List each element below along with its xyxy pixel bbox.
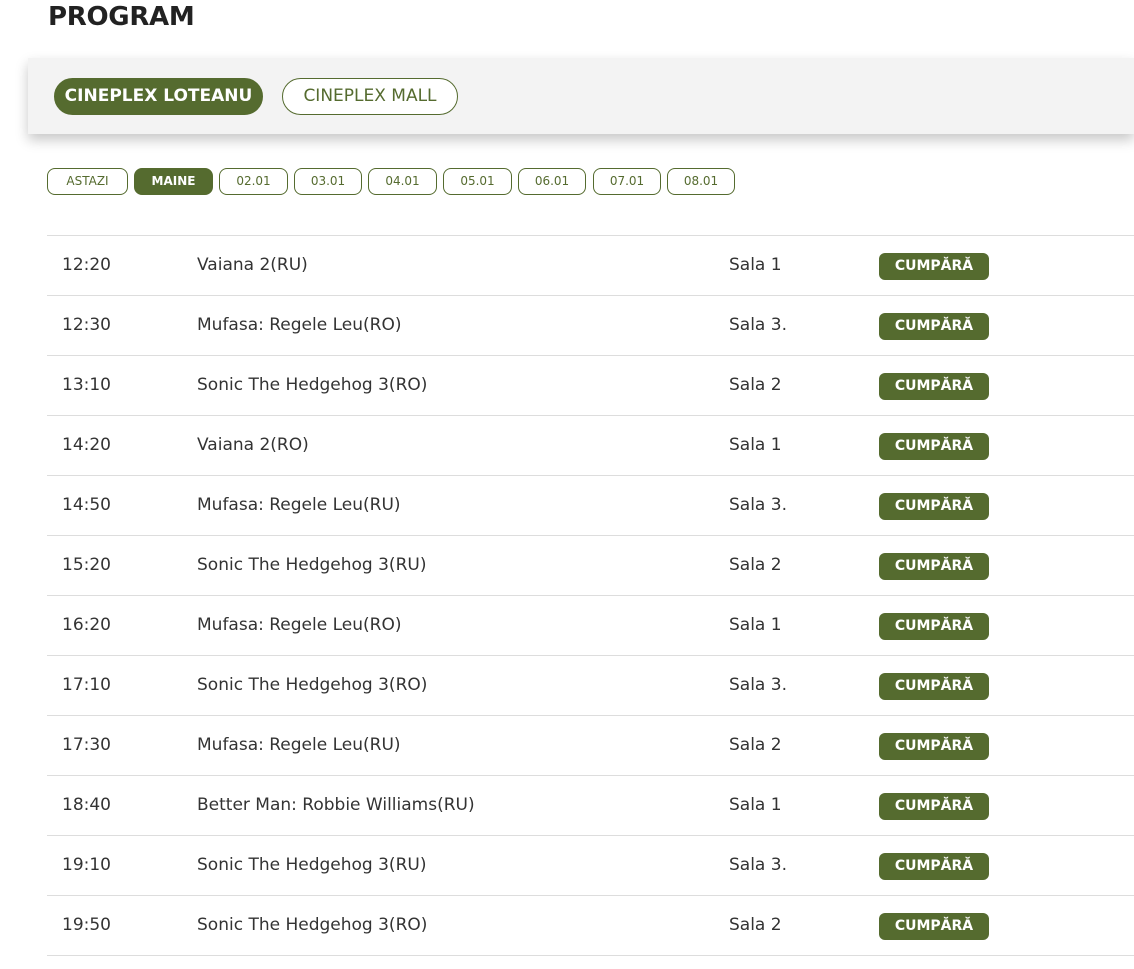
hall-name: Sala 2	[729, 555, 782, 575]
film-title: Mufasa: Regele Leu(RU)	[197, 735, 401, 755]
film-title: Sonic The Hedgehog 3(RO)	[197, 375, 428, 395]
buy-button[interactable]: CUMPĂRĂ	[879, 553, 989, 580]
program-page: PROGRAM CINEPLEX LOTEANU CINEPLEX MALL A…	[0, 0, 1134, 969]
date-tab-astazi[interactable]: ASTAZI	[47, 168, 128, 195]
buy-button[interactable]: CUMPĂRĂ	[879, 433, 989, 460]
buy-button[interactable]: CUMPĂRĂ	[879, 253, 989, 280]
date-tab-06-01[interactable]: 06.01	[518, 168, 586, 195]
hall-name: Sala 1	[729, 795, 782, 815]
showtime-row: 12:20 Vaiana 2(RU) Sala 1 CUMPĂRĂ	[47, 236, 1134, 296]
hall-name: Sala 3.	[729, 315, 787, 335]
showtime-row: 14:20 Vaiana 2(RO) Sala 1 CUMPĂRĂ	[47, 416, 1134, 476]
buy-button[interactable]: CUMPĂRĂ	[879, 853, 989, 880]
page-title: PROGRAM	[48, 2, 195, 32]
showtime-time: 15:20	[62, 555, 111, 575]
hall-name: Sala 1	[729, 435, 782, 455]
showtime-time: 14:50	[62, 495, 111, 515]
showtime-time: 13:10	[62, 375, 111, 395]
showtime-time: 16:20	[62, 615, 111, 635]
showtime-time: 18:40	[62, 795, 111, 815]
film-title: Mufasa: Regele Leu(RO)	[197, 315, 402, 335]
date-tab-02-01[interactable]: 02.01	[219, 168, 288, 195]
film-title: Better Man: Robbie Williams(RU)	[197, 795, 475, 815]
film-title: Sonic The Hedgehog 3(RO)	[197, 675, 428, 695]
buy-button[interactable]: CUMPĂRĂ	[879, 733, 989, 760]
date-tab-07-01[interactable]: 07.01	[593, 168, 661, 195]
showtime-row: 14:50 Mufasa: Regele Leu(RU) Sala 3. CUM…	[47, 476, 1134, 536]
hall-name: Sala 3.	[729, 855, 787, 875]
hall-name: Sala 2	[729, 915, 782, 935]
buy-button[interactable]: CUMPĂRĂ	[879, 313, 989, 340]
showtime-row: 13:10 Sonic The Hedgehog 3(RO) Sala 2 CU…	[47, 356, 1134, 416]
hall-name: Sala 1	[729, 255, 782, 275]
cinema-button-loteanu[interactable]: CINEPLEX LOTEANU	[54, 78, 263, 115]
buy-button[interactable]: CUMPĂRĂ	[879, 913, 989, 940]
film-title: Sonic The Hedgehog 3(RO)	[197, 915, 428, 935]
date-tab-08-01[interactable]: 08.01	[667, 168, 735, 195]
showtime-row: 15:20 Sonic The Hedgehog 3(RU) Sala 2 CU…	[47, 536, 1134, 596]
film-title: Mufasa: Regele Leu(RU)	[197, 495, 401, 515]
showtime-time: 12:20	[62, 255, 111, 275]
buy-button[interactable]: CUMPĂRĂ	[879, 673, 989, 700]
showtime-row: 19:50 Sonic The Hedgehog 3(RO) Sala 2 CU…	[47, 896, 1134, 956]
film-title: Vaiana 2(RO)	[197, 435, 309, 455]
cinema-selector: CINEPLEX LOTEANU CINEPLEX MALL	[28, 58, 1134, 134]
date-tab-04-01[interactable]: 04.01	[368, 168, 437, 195]
date-tab-05-01[interactable]: 05.01	[443, 168, 512, 195]
buy-button[interactable]: CUMPĂRĂ	[879, 373, 989, 400]
hall-name: Sala 2	[729, 735, 782, 755]
showtime-row: 18:40 Better Man: Robbie Williams(RU) Sa…	[47, 776, 1134, 836]
buy-button[interactable]: CUMPĂRĂ	[879, 793, 989, 820]
film-title: Vaiana 2(RU)	[197, 255, 308, 275]
buy-button[interactable]: CUMPĂRĂ	[879, 493, 989, 520]
hall-name: Sala 2	[729, 375, 782, 395]
showtime-time: 12:30	[62, 315, 111, 335]
hall-name: Sala 3.	[729, 675, 787, 695]
showtime-time: 17:30	[62, 735, 111, 755]
film-title: Sonic The Hedgehog 3(RU)	[197, 855, 427, 875]
showtime-row: 17:10 Sonic The Hedgehog 3(RO) Sala 3. C…	[47, 656, 1134, 716]
date-tab-maine[interactable]: MAINE	[134, 168, 213, 195]
hall-name: Sala 3.	[729, 495, 787, 515]
showtime-time: 19:50	[62, 915, 111, 935]
showtime-row: 17:30 Mufasa: Regele Leu(RU) Sala 2 CUMP…	[47, 716, 1134, 776]
showtime-row: 12:30 Mufasa: Regele Leu(RO) Sala 3. CUM…	[47, 296, 1134, 356]
showtime-time: 17:10	[62, 675, 111, 695]
showtime-row: 19:10 Sonic The Hedgehog 3(RU) Sala 3. C…	[47, 836, 1134, 896]
showtime-time: 14:20	[62, 435, 111, 455]
buy-button[interactable]: CUMPĂRĂ	[879, 613, 989, 640]
cinema-button-mall[interactable]: CINEPLEX MALL	[282, 78, 458, 115]
showtime-time: 19:10	[62, 855, 111, 875]
showtime-row: 16:20 Mufasa: Regele Leu(RO) Sala 1 CUMP…	[47, 596, 1134, 656]
hall-name: Sala 1	[729, 615, 782, 635]
date-tab-03-01[interactable]: 03.01	[294, 168, 362, 195]
film-title: Sonic The Hedgehog 3(RU)	[197, 555, 427, 575]
film-title: Mufasa: Regele Leu(RO)	[197, 615, 402, 635]
showtime-list: 12:20 Vaiana 2(RU) Sala 1 CUMPĂRĂ 12:30 …	[47, 235, 1134, 956]
